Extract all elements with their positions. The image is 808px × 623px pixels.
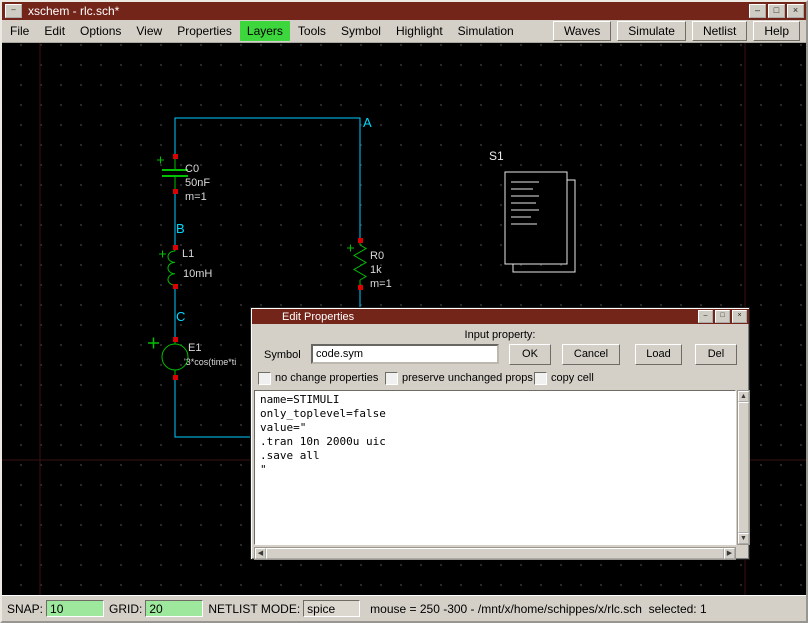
capacitor-value: 50nF: [185, 177, 210, 189]
menu-file[interactable]: File: [3, 21, 36, 41]
component-capacitor[interactable]: C0 50nF m=1: [157, 154, 210, 203]
window-menu-icon[interactable]: –: [5, 4, 22, 18]
input-property-label: Input property:: [251, 329, 749, 341]
window-title: xschem - rlc.sch*: [28, 4, 747, 18]
properties-textarea[interactable]: name=STIMULI only_toplevel=false value="…: [254, 390, 736, 545]
netlist-mode-input[interactable]: [303, 600, 360, 617]
schematic-area[interactable]: A B C C0 50nF m=1: [2, 43, 806, 595]
load-button[interactable]: Load: [635, 344, 682, 365]
pin-marker: [358, 238, 363, 243]
net-label-c[interactable]: C: [176, 309, 185, 324]
no-change-properties-checkbox[interactable]: [258, 372, 271, 385]
dialog-close-icon[interactable]: ×: [732, 310, 747, 323]
resistor-ref: R0: [370, 250, 384, 262]
cancel-button[interactable]: Cancel: [562, 344, 620, 365]
vertical-scrollbar-thumb[interactable]: [738, 402, 749, 533]
pin-marker: [173, 375, 178, 380]
plus-marker-icon: [347, 245, 354, 252]
pin-marker: [173, 154, 178, 159]
menubar: File Edit Options View Properties Layers…: [2, 20, 806, 43]
del-button[interactable]: Del: [695, 344, 737, 365]
plus-marker-icon: [159, 251, 166, 258]
grid-label: GRID:: [109, 602, 142, 616]
code-block-ref: S1: [489, 149, 504, 163]
menu-properties[interactable]: Properties: [170, 21, 239, 41]
component-resistor[interactable]: R0 1k m=1: [347, 238, 392, 290]
waves-button[interactable]: Waves: [553, 21, 611, 41]
edit-properties-dialog: Edit Properties – □ × Input property: Sy…: [250, 307, 750, 560]
scroll-down-icon[interactable]: ▼: [738, 533, 749, 544]
menu-view[interactable]: View: [129, 21, 169, 41]
component-inductor[interactable]: L1 10mH: [159, 245, 212, 289]
horizontal-scrollbar-thumb[interactable]: [266, 548, 724, 559]
source-ref: E1: [188, 342, 201, 354]
scroll-right-icon[interactable]: ▶: [724, 548, 735, 559]
menu-edit[interactable]: Edit: [37, 21, 72, 41]
menu-simulation[interactable]: Simulation: [451, 21, 521, 41]
capacitor-mult: m=1: [185, 191, 207, 203]
properties-text: name=STIMULI only_toplevel=false value="…: [260, 393, 730, 477]
dialog-maximize-icon[interactable]: □: [715, 310, 730, 323]
window-titlebar[interactable]: – xschem - rlc.sch* – □ ×: [2, 2, 806, 20]
symbol-label: Symbol: [264, 349, 301, 361]
simulate-button[interactable]: Simulate: [617, 21, 686, 41]
resistor-mult: m=1: [370, 278, 392, 290]
preserve-unchanged-props-label: preserve unchanged props: [402, 372, 533, 384]
pin-marker: [358, 285, 363, 290]
netlist-button[interactable]: Netlist: [692, 21, 747, 41]
pin-marker: [173, 245, 178, 250]
help-button[interactable]: Help: [753, 21, 800, 41]
horizontal-scrollbar[interactable]: ◀ ▶: [254, 547, 736, 560]
menu-tools[interactable]: Tools: [291, 21, 333, 41]
code-sheet-front: [505, 172, 567, 264]
pin-marker: [173, 189, 178, 194]
preserve-unchanged-props-checkbox[interactable]: [385, 372, 398, 385]
copy-cell-label: copy cell: [551, 372, 594, 384]
minimize-icon[interactable]: –: [749, 4, 766, 18]
component-code-block[interactable]: S1: [489, 149, 575, 272]
maximize-icon[interactable]: □: [768, 4, 785, 18]
source-value: '3*cos(time*ti: [184, 357, 236, 367]
inductor-value: 10mH: [183, 268, 212, 280]
menu-layers[interactable]: Layers: [240, 21, 290, 41]
statusbar: SNAP: GRID: NETLIST MODE: mouse = 250 -3…: [2, 595, 806, 621]
vertical-scrollbar[interactable]: ▲ ▼: [737, 390, 750, 545]
menu-highlight[interactable]: Highlight: [389, 21, 450, 41]
net-label-a[interactable]: A: [363, 115, 372, 130]
pin-marker: [173, 337, 178, 342]
dialog-minimize-icon[interactable]: –: [698, 310, 713, 323]
plus-marker-icon: [157, 157, 164, 164]
copy-cell-checkbox[interactable]: [534, 372, 547, 385]
statusbar-info: mouse = 250 -300 - /mnt/x/home/schippes/…: [370, 602, 707, 616]
scroll-up-icon[interactable]: ▲: [738, 391, 749, 402]
net-label-b[interactable]: B: [176, 221, 185, 236]
snap-input[interactable]: [46, 600, 104, 617]
xschem-window: – xschem - rlc.sch* – □ × File Edit Opti…: [0, 0, 808, 623]
dialog-title: Edit Properties: [282, 311, 354, 323]
no-change-properties-label: no change properties: [275, 372, 378, 384]
ok-button[interactable]: OK: [509, 344, 551, 365]
resistor-value: 1k: [370, 264, 382, 276]
netlist-mode-label: NETLIST MODE:: [208, 602, 300, 616]
polarity-plus-icon: [148, 338, 159, 349]
dialog-titlebar[interactable]: Edit Properties – □ ×: [252, 309, 749, 324]
menu-options[interactable]: Options: [73, 21, 128, 41]
pin-marker: [173, 284, 178, 289]
scroll-left-icon[interactable]: ◀: [255, 548, 266, 559]
inductor-ref: L1: [182, 248, 194, 260]
menu-symbol[interactable]: Symbol: [334, 21, 388, 41]
snap-label: SNAP:: [7, 602, 43, 616]
close-icon[interactable]: ×: [787, 4, 804, 18]
capacitor-ref: C0: [185, 163, 199, 175]
grid-input[interactable]: [145, 600, 203, 617]
symbol-input[interactable]: [311, 344, 499, 364]
component-voltage-source[interactable]: E1 '3*cos(time*ti: [148, 337, 236, 380]
